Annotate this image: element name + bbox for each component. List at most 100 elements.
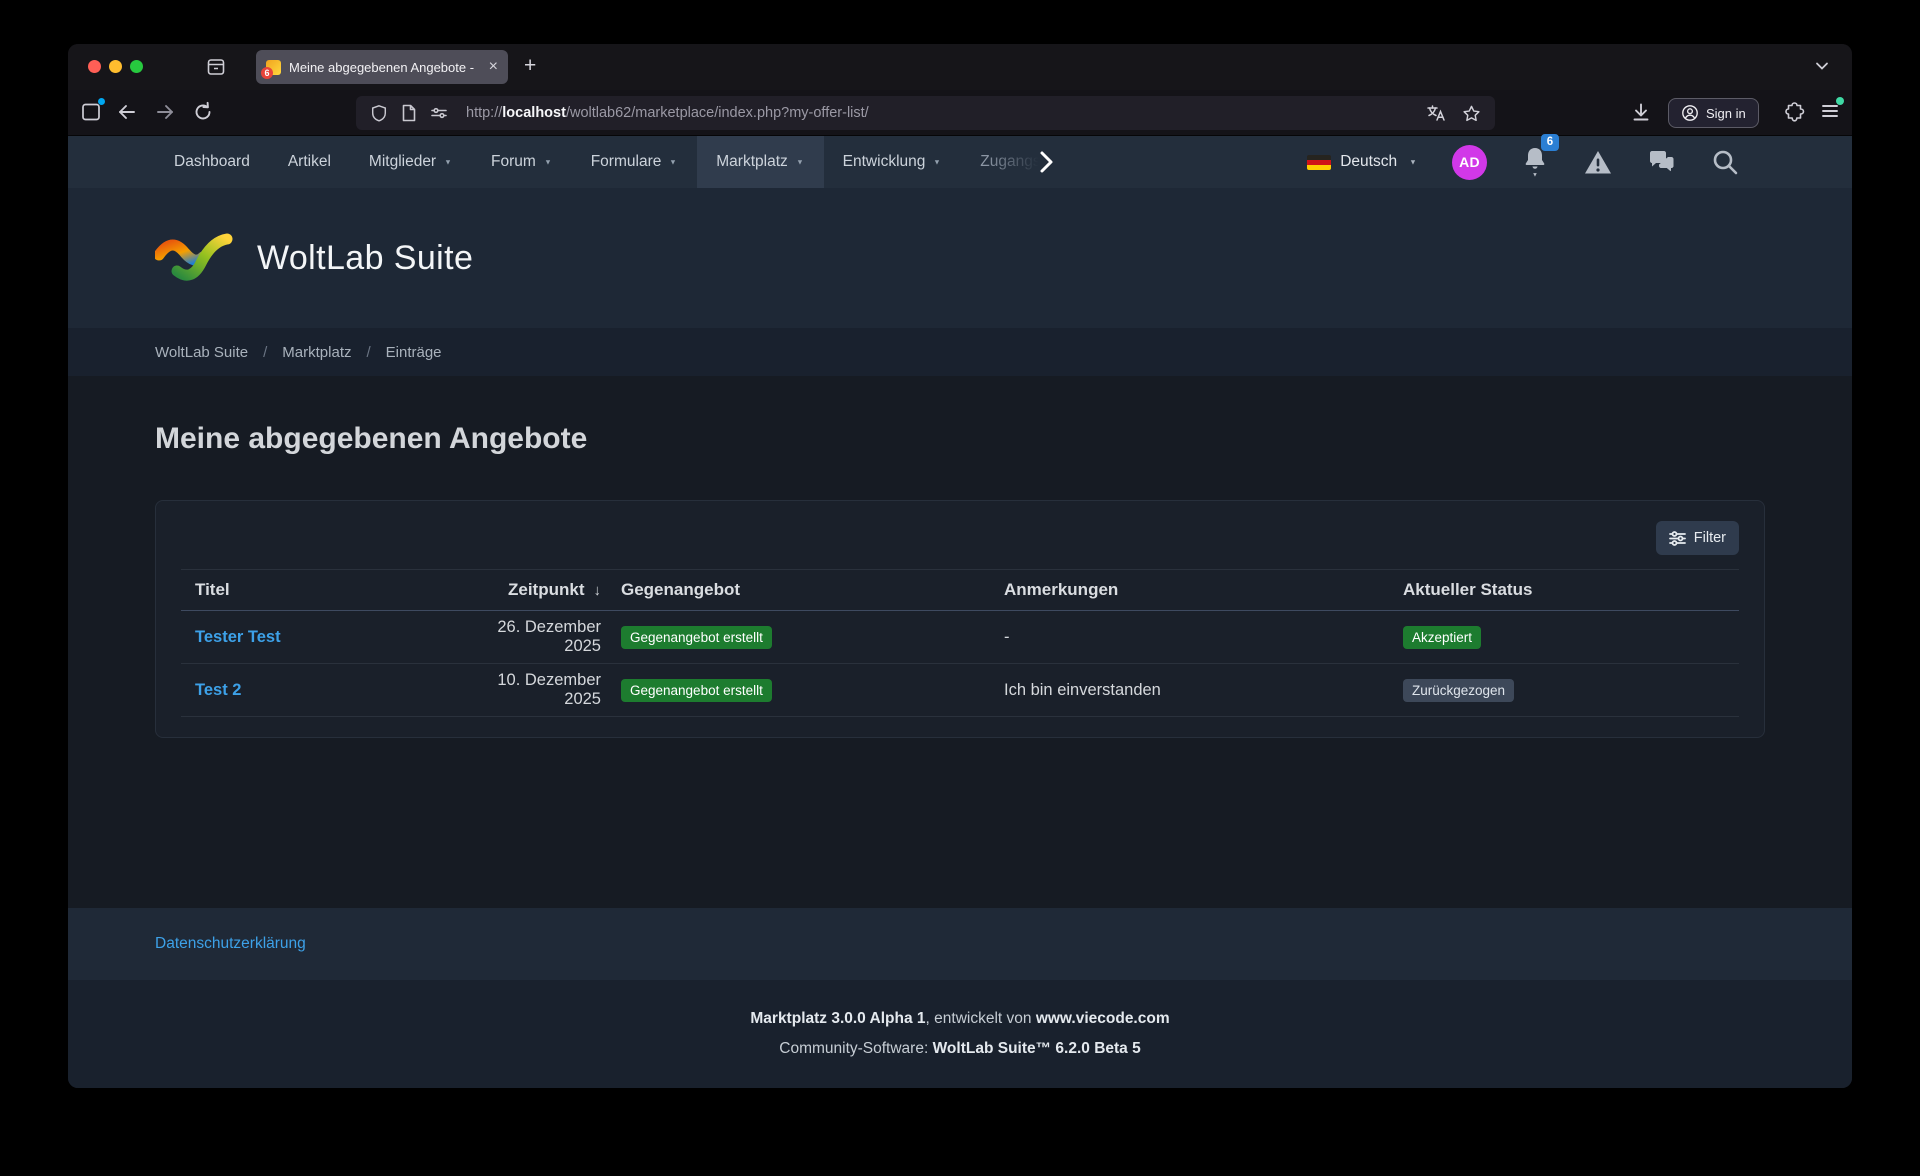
footer-copyright: Marktplatz 3.0.0 Alpha 1, entwickelt von… <box>68 980 1852 1088</box>
offers-table: Titel Zeitpunkt↓ Gegenangebot Anmerkunge… <box>181 569 1739 717</box>
offer-date: 10. Dezember 2025 <box>473 671 601 709</box>
status-badge: Zurückgezogen <box>1403 679 1514 702</box>
search-button[interactable] <box>1711 148 1739 176</box>
permissions-icon[interactable] <box>430 105 448 121</box>
sign-in-button[interactable]: Sign in <box>1668 98 1759 128</box>
chevron-down-icon: ▼ <box>444 158 451 166</box>
url-bar[interactable]: http://localhost/woltlab62/marketplace/i… <box>356 96 1495 130</box>
breadcrumb-item-eintraege[interactable]: Einträge <box>386 344 442 361</box>
firefox-view-notification-dot <box>98 98 105 105</box>
sort-descending-icon: ↓ <box>594 582 602 599</box>
german-flag-icon <box>1307 155 1331 170</box>
tab-overview-icon[interactable] <box>206 57 226 77</box>
tab-title: Meine abgegebenen Angebote - <box>289 60 481 75</box>
forward-button[interactable] <box>154 101 176 123</box>
table-header-row: Titel Zeitpunkt↓ Gegenangebot Anmerkunge… <box>181 569 1739 611</box>
breadcrumb-bar: WoltLab Suite / Marktplatz / Einträge <box>68 328 1852 376</box>
url-scheme: http:// <box>466 105 502 121</box>
breadcrumb-item-woltlab-suite[interactable]: WoltLab Suite <box>155 344 248 361</box>
offer-date: 26. Dezember 2025 <box>473 618 601 656</box>
tab-bar: 6 Meine abgegebenen Angebote - × + <box>68 44 1852 90</box>
new-tab-button[interactable]: + <box>524 54 536 78</box>
offer-link[interactable]: Test 2 <box>195 681 241 699</box>
nav-item-marktplatz[interactable]: Marktplatz▼ <box>697 136 823 188</box>
firefox-view-icon[interactable] <box>80 101 102 123</box>
window-close-button[interactable] <box>88 60 101 73</box>
filter-button[interactable]: Filter <box>1656 521 1739 555</box>
counter-offer-badge: Gegenangebot erstellt <box>621 626 772 649</box>
offer-link[interactable]: Tester Test <box>195 628 281 646</box>
table-row: Tester Test 26. Dezember 2025 Gegenangeb… <box>181 611 1739 664</box>
sign-in-label: Sign in <box>1706 106 1746 121</box>
chevron-down-icon: ▼ <box>670 158 677 166</box>
woltlab-logo-icon[interactable] <box>155 227 235 289</box>
nav-item-mitglieder[interactable]: Mitglieder▼ <box>350 136 472 188</box>
app-menu-notification-dot <box>1836 97 1844 105</box>
column-header-zeitpunkt[interactable]: Zeitpunkt↓ <box>473 580 601 600</box>
window-zoom-button[interactable] <box>130 60 143 73</box>
footer-line-marketplace: Marktplatz 3.0.0 Alpha 1, entwickelt von… <box>750 1010 1169 1028</box>
bookmark-star-icon[interactable] <box>1462 104 1481 123</box>
language-selector[interactable]: Deutsch ▼ <box>1307 153 1418 171</box>
breadcrumb-item-marktplatz[interactable]: Marktplatz <box>282 344 351 361</box>
language-label: Deutsch <box>1340 153 1397 171</box>
table-row: Test 2 10. Dezember 2025 Gegenangebot er… <box>181 664 1739 717</box>
page-info-icon[interactable] <box>401 104 417 122</box>
main-content: Meine abgegebenen Angebote Filt <box>68 376 1852 908</box>
filter-sliders-icon <box>1669 531 1686 546</box>
status-badge: Akzeptiert <box>1403 626 1481 649</box>
shield-icon[interactable] <box>370 104 388 122</box>
column-header-status[interactable]: Aktueller Status <box>1383 580 1741 600</box>
translate-icon[interactable] <box>1426 104 1446 122</box>
nav-item-formulare[interactable]: Formulare▼ <box>572 136 698 188</box>
chevron-down-icon: ▼ <box>544 158 551 166</box>
user-avatar[interactable]: AD <box>1452 145 1487 180</box>
list-tabs-chevron-icon[interactable] <box>1814 58 1830 74</box>
footer-line-community: Community-Software: WoltLab Suite™ 6.2.0… <box>779 1040 1140 1058</box>
chevron-down-icon: ▼ <box>1409 158 1416 166</box>
breadcrumb-separator: / <box>263 344 267 361</box>
tab-close-icon[interactable]: × <box>489 59 498 75</box>
nav-item-zugang[interactable]: Zugangs <box>961 153 1042 171</box>
app-menu-icon[interactable] <box>1820 101 1840 121</box>
footer-links-bar: Datenschutzerklärung <box>68 908 1852 980</box>
conversations-button[interactable] <box>1647 149 1677 176</box>
url-path: /woltlab62/marketplace/index.php?my-offe… <box>566 105 869 121</box>
browser-toolbar: http://localhost/woltlab62/marketplace/i… <box>68 90 1852 136</box>
browser-window: 6 Meine abgegebenen Angebote - × + <box>68 44 1852 1088</box>
reload-button[interactable] <box>192 101 214 123</box>
column-header-gegenangebot[interactable]: Gegenangebot <box>601 580 983 600</box>
favicon-notification-badge: 6 <box>261 67 273 79</box>
back-button[interactable] <box>116 101 138 123</box>
offers-card: Filter Titel Zeitpunkt↓ Gegenangebot Anm… <box>155 500 1765 738</box>
main-navigation: Dashboard Artikel Mitglieder▼ Forum▼ For… <box>68 136 1852 188</box>
breadcrumb: WoltLab Suite / Marktplatz / Einträge <box>155 344 1765 361</box>
notification-count-badge: 6 <box>1541 134 1559 151</box>
filter-label: Filter <box>1694 530 1726 546</box>
notifications-button[interactable]: 6 ▼ <box>1521 146 1549 179</box>
nav-item-dashboard[interactable]: Dashboard <box>155 136 269 188</box>
column-header-titel[interactable]: Titel <box>181 580 473 600</box>
browser-tab[interactable]: 6 Meine abgegebenen Angebote - × <box>256 50 508 84</box>
nav-item-entwicklung[interactable]: Entwicklung▼ <box>824 136 962 188</box>
breadcrumb-separator: / <box>366 344 370 361</box>
site-title[interactable]: WoltLab Suite <box>257 239 473 278</box>
chevron-down-icon: ▼ <box>796 158 803 166</box>
site-header: WoltLab Suite <box>68 188 1852 328</box>
page-content: Dashboard Artikel Mitglieder▼ Forum▼ For… <box>68 136 1852 1088</box>
url-text[interactable]: http://localhost/woltlab62/marketplace/i… <box>466 105 869 121</box>
url-host: localhost <box>502 105 566 121</box>
page-title: Meine abgegebenen Angebote <box>155 422 1765 456</box>
caret-down-icon: ▼ <box>1532 171 1538 178</box>
column-header-anmerkungen[interactable]: Anmerkungen <box>983 580 1383 600</box>
viecode-link[interactable]: www.viecode.com <box>1036 1010 1170 1027</box>
nav-item-forum[interactable]: Forum▼ <box>472 136 572 188</box>
nav-item-artikel[interactable]: Artikel <box>269 136 350 188</box>
site-favicon: 6 <box>266 60 281 75</box>
privacy-policy-link[interactable]: Datenschutzerklärung <box>155 935 306 952</box>
moderation-alert-button[interactable] <box>1583 149 1613 176</box>
extensions-icon[interactable] <box>1784 101 1806 123</box>
counter-offer-badge: Gegenangebot erstellt <box>621 679 772 702</box>
downloads-icon[interactable] <box>1630 101 1652 123</box>
window-minimize-button[interactable] <box>109 60 122 73</box>
